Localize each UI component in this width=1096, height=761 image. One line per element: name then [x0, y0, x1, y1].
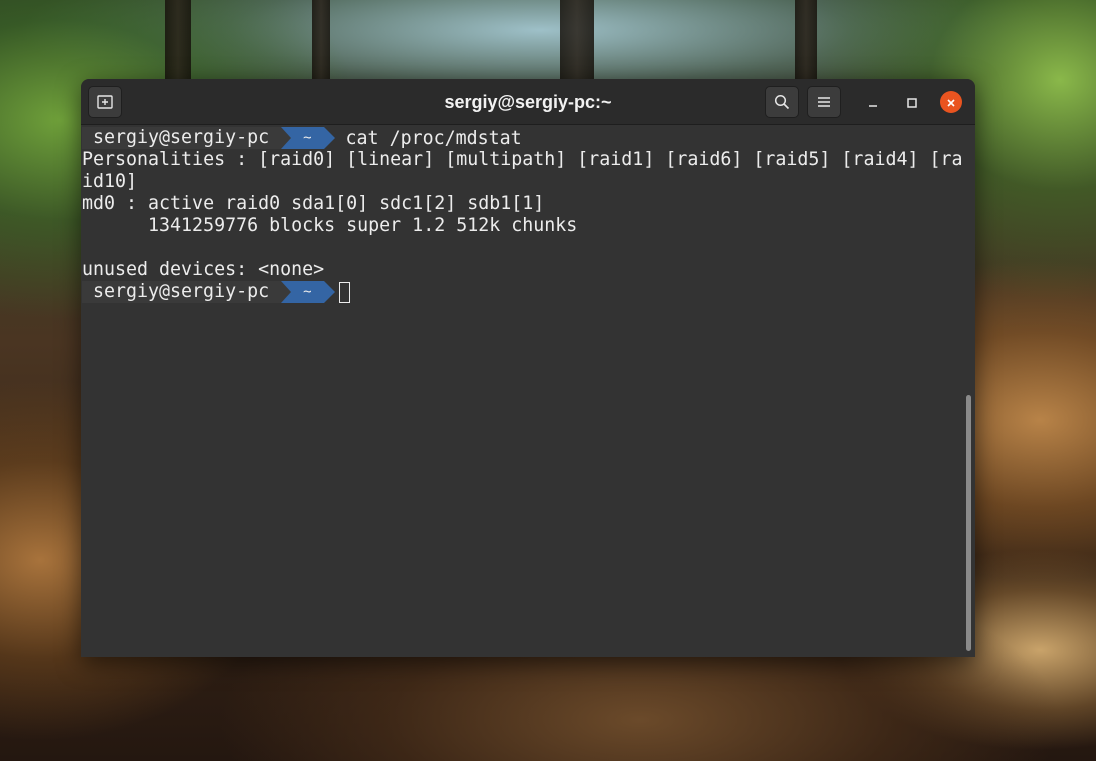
- output-line: Personalities : [raid0] [linear] [multip…: [82, 149, 963, 170]
- title-bar[interactable]: sergiy@sergiy-pc:~: [81, 79, 975, 125]
- output-line: unused devices: <none>: [82, 259, 325, 280]
- maximize-button[interactable]: [901, 91, 923, 113]
- minimize-icon: [868, 93, 878, 112]
- maximize-icon: [907, 93, 917, 112]
- output-line: 1341259776 blocks super 1.2 512k chunks: [82, 215, 578, 236]
- prompt-directory: ~: [281, 281, 336, 303]
- output-line: md0 : active raid0 sda1[0] sdc1[2] sdb1[…: [82, 193, 545, 214]
- search-button[interactable]: [765, 86, 799, 118]
- minimize-button[interactable]: [862, 91, 884, 113]
- output-line: id10]: [82, 171, 138, 192]
- new-tab-icon: [97, 95, 113, 109]
- close-icon: [946, 93, 956, 112]
- text-cursor: [338, 281, 350, 303]
- prompt-user: sergiy@sergiy-pc: [82, 281, 282, 303]
- prompt-line: sergiy@sergiy-pc ~: [82, 281, 975, 303]
- prompt-line: sergiy@sergiy-pc ~ cat /proc/mdstat: [82, 127, 975, 149]
- prompt-user: sergiy@sergiy-pc: [82, 127, 282, 149]
- scrollbar[interactable]: [966, 395, 971, 651]
- hamburger-menu-icon: [817, 96, 831, 108]
- terminal-content[interactable]: sergiy@sergiy-pc ~ cat /proc/mdstat Pers…: [81, 125, 975, 657]
- terminal-window: sergiy@sergiy-pc:~ sergiy@sergiy-pc ~ ca…: [81, 79, 975, 657]
- close-button[interactable]: [940, 91, 962, 113]
- prompt-directory: ~: [281, 127, 336, 149]
- menu-button[interactable]: [807, 86, 841, 118]
- search-icon: [774, 94, 790, 110]
- command-text: cat /proc/mdstat: [345, 127, 522, 149]
- new-tab-button[interactable]: [88, 86, 122, 118]
